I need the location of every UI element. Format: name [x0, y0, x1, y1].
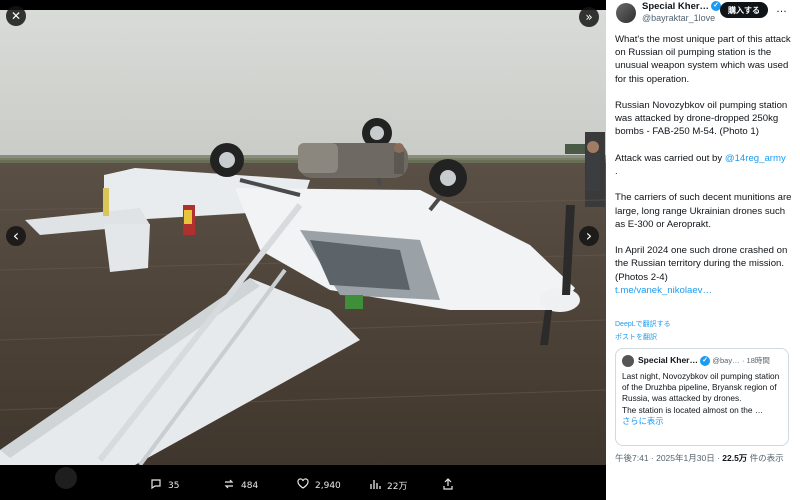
display-name-text: Special Kher… [642, 1, 710, 12]
media-viewer: ✕ » ‹ › 35 484 2,940 22万 [0, 0, 606, 500]
quote-author: Special Kher… ✓ @bay… · 18時間 [638, 355, 770, 366]
tweet-body: What's the most unique part of this atta… [615, 33, 796, 297]
repost-icon [223, 478, 235, 493]
mention-link[interactable]: @14reg_army [725, 153, 786, 164]
telegram-link[interactable]: t.me/vanek_nikolaev… [615, 284, 796, 297]
reply-icon [150, 478, 162, 493]
show-more-link[interactable]: さらに表示 [622, 416, 784, 427]
quote-time: · 18時間 [741, 356, 770, 365]
verified-badge-icon: ✓ [700, 355, 710, 366]
quote-handle: @bay… [712, 356, 740, 365]
share-icon [442, 478, 454, 493]
reply-count: 35 [168, 480, 180, 491]
tweet-metadata: 午後7:41 · 2025年1月30日 · 22.5万 件の表示 [615, 452, 795, 464]
subscribe-button[interactable]: 購入する [720, 2, 768, 18]
tweet-paragraph: Russian Novozybkov oil pumping station w… [615, 100, 788, 138]
close-icon[interactable]: ✕ [6, 6, 26, 26]
reply-button[interactable]: 35 [150, 478, 179, 493]
crashed-drone-photo [0, 10, 606, 465]
repost-button[interactable]: 484 [223, 478, 258, 493]
deepl-translate-link[interactable]: DeepLで翻訳する [615, 319, 671, 329]
display-name[interactable]: Special Kher… ✓ [642, 1, 722, 12]
heart-icon [297, 478, 309, 493]
translate-post-link[interactable]: ポストを翻訳 [615, 332, 657, 342]
like-count: 2,940 [315, 480, 341, 491]
tweet-paragraph: In April 2024 one such drone crashed on … [615, 245, 788, 283]
quote-avatar [622, 355, 634, 367]
bar-chart-icon [369, 478, 381, 493]
previous-image-button[interactable]: ‹ [6, 226, 26, 246]
quote-text-line: The station is located almost on the … [622, 404, 764, 415]
quote-text: Last night, Novozybkov oil pumping stati… [622, 371, 784, 427]
share-button[interactable] [442, 478, 454, 493]
repost-count: 484 [241, 480, 259, 491]
avatar[interactable] [616, 3, 636, 23]
quoted-tweet[interactable]: Special Kher… ✓ @bay… · 18時間 Last night, … [615, 348, 789, 446]
attack-suffix: . [615, 166, 618, 177]
action-bar: 35 484 2,940 22万 [0, 465, 606, 500]
tweet-views-count: 22.5万 [722, 453, 748, 463]
tweet-views-label: 件の表示 [747, 453, 784, 463]
quote-text-line: Last night, Novozybkov oil pumping stati… [622, 371, 780, 404]
attack-prefix: Attack was carried out by [615, 152, 725, 164]
tweet-timestamp[interactable]: 午後7:41 · 2025年1月30日 · [615, 453, 722, 463]
user-handle[interactable]: @bayraktar_1love [642, 13, 715, 23]
quote-author-name: Special Kher… [638, 355, 698, 365]
tweet-paragraph: The carriers of such decent munitions ar… [615, 192, 792, 230]
next-image-button[interactable]: › [579, 226, 599, 246]
collapse-panel-icon[interactable]: » [579, 7, 599, 27]
views-button[interactable]: 22万 [369, 478, 407, 493]
like-button[interactable]: 2,940 [297, 478, 341, 493]
views-count: 22万 [387, 482, 408, 492]
more-options-icon[interactable]: … [776, 3, 788, 15]
tweet-paragraph: What's the most unique part of this atta… [615, 34, 791, 85]
tweet-panel: Special Kher… ✓ @bayraktar_1love 購入する … W… [606, 0, 800, 500]
tweet-paragraph: Attack was carried out by @14reg_army. [615, 152, 796, 178]
